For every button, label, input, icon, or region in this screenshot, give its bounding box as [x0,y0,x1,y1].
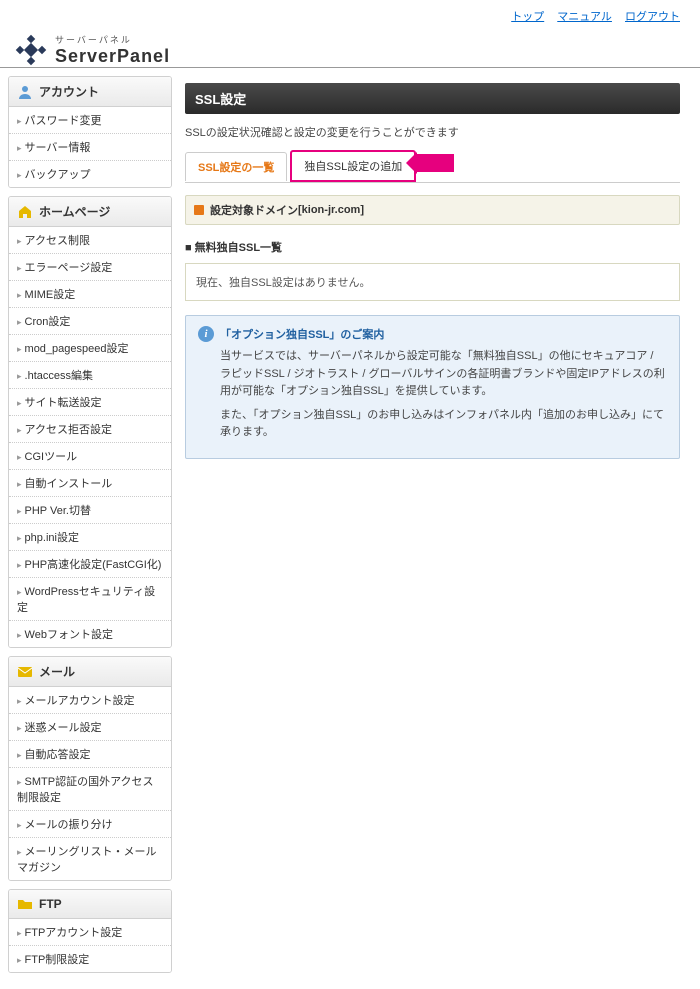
sidebar-heading-label: ホームページ [39,203,110,220]
sidebar-item[interactable]: PHP高速化設定(FastCGI化) [9,551,171,578]
sidebar-item[interactable]: PHP Ver.切替 [9,497,171,524]
sidebar-section: メールメールアカウント設定迷惑メール設定自動応答設定SMTP認証の国外アクセス制… [8,656,172,881]
user-icon [17,84,33,100]
sidebar-item[interactable]: SMTP認証の国外アクセス制限設定 [9,768,171,811]
page-title: SSL設定 [185,83,680,114]
sidebar-item[interactable]: Cron設定 [9,308,171,335]
header: サーバーパネル ServerPanel [0,28,700,68]
domain-label: 設定対象ドメイン [210,202,298,218]
logo-icon [15,34,47,66]
sidebar-section: アカウントパスワード変更サーバー情報バックアップ [8,76,172,188]
ssl-empty-message: 現在、独自SSL設定はありません。 [185,263,680,301]
mail-icon [17,664,33,680]
sidebar-heading: アカウント [9,77,171,107]
sidebar-item[interactable]: FTPアカウント設定 [9,919,171,946]
info-box: i 「オプション独自SSL」のご案内 当サービスでは、サーバーパネルから設定可能… [185,315,680,459]
main-content: SSL設定 SSLの設定状況確認と設定の変更を行うことができます SSL設定の一… [180,68,700,989]
ssl-list-title: 無料独自SSL一覧 [185,239,680,255]
sidebar: アカウントパスワード変更サーバー情報バックアップホームページアクセス制限エラーペ… [0,68,180,989]
target-domain-bar: 設定対象ドメイン [kion-jr.com] [185,195,680,225]
logo-text: サーバーパネル ServerPanel [55,33,170,67]
sidebar-item[interactable]: アクセス拒否設定 [9,416,171,443]
sidebar-heading-label: アカウント [39,83,99,100]
sidebar-item[interactable]: サイト転送設定 [9,389,171,416]
tab-ssl-add[interactable]: 独自SSL設定の追加 [290,150,416,182]
sidebar-item[interactable]: 自動応答設定 [9,741,171,768]
sidebar-item[interactable]: 迷惑メール設定 [9,714,171,741]
sidebar-heading-label: メール [39,663,75,680]
link-logout[interactable]: ログアウト [625,11,680,23]
home-icon [17,204,33,220]
sidebar-item[interactable]: FTP制限設定 [9,946,171,972]
ftp-icon [17,896,33,912]
sidebar-heading: ホームページ [9,197,171,227]
sidebar-item[interactable]: バックアップ [9,161,171,187]
sidebar-heading: メール [9,657,171,687]
sidebar-item[interactable]: Webフォント設定 [9,621,171,647]
info-icon: i [198,326,214,342]
page-description: SSLの設定状況確認と設定の変更を行うことができます [185,114,680,150]
sidebar-item[interactable]: アクセス制限 [9,227,171,254]
top-links: トップ マニュアル ログアウト [0,0,700,28]
sidebar-item[interactable]: サーバー情報 [9,134,171,161]
sidebar-item[interactable]: MIME設定 [9,281,171,308]
sidebar-item[interactable]: メールの振り分け [9,811,171,838]
sidebar-item[interactable]: メールアカウント設定 [9,687,171,714]
link-manual[interactable]: マニュアル [557,11,612,23]
sidebar-item[interactable]: エラーページ設定 [9,254,171,281]
sidebar-item[interactable]: 自動インストール [9,470,171,497]
sidebar-item[interactable]: .htaccess編集 [9,362,171,389]
sidebar-section: ホームページアクセス制限エラーページ設定MIME設定Cron設定mod_page… [8,196,172,648]
info-body: 当サービスでは、サーバーパネルから設定可能な「無料独自SSL」の他にセキュアコア… [198,348,667,442]
sidebar-item[interactable]: php.ini設定 [9,524,171,551]
sidebar-item[interactable]: パスワード変更 [9,107,171,134]
info-title: 「オプション独自SSL」のご案内 [220,326,384,342]
sidebar-item[interactable]: mod_pagespeed設定 [9,335,171,362]
logo-subtitle: サーバーパネル [55,33,170,46]
callout-arrow-icon [414,154,454,172]
sidebar-item[interactable]: WordPressセキュリティ設定 [9,578,171,621]
square-bullet-icon [194,205,204,215]
info-title-row: i 「オプション独自SSL」のご案内 [198,326,667,342]
logo-title: ServerPanel [55,46,170,67]
info-p1: 当サービスでは、サーバーパネルから設定可能な「無料独自SSL」の他にセキュアコア… [220,348,667,401]
tabs: SSL設定の一覧 独自SSL設定の追加 [185,150,680,183]
domain-value: [kion-jr.com] [298,204,364,216]
tab-ssl-add-label: 独自SSL設定の追加 [304,161,402,173]
sidebar-heading: FTP [9,890,171,919]
sidebar-heading-label: FTP [39,897,62,911]
sidebar-section: FTP FTPアカウント設定FTP制限設定 [8,889,172,973]
info-p2: また、「オプション独自SSL」のお申し込みはインフォパネル内「追加のお申し込み」… [220,407,667,442]
sidebar-item[interactable]: メーリングリスト・メールマガジン [9,838,171,880]
sidebar-item[interactable]: CGIツール [9,443,171,470]
tab-ssl-list[interactable]: SSL設定の一覧 [185,152,287,181]
link-top[interactable]: トップ [511,11,544,23]
